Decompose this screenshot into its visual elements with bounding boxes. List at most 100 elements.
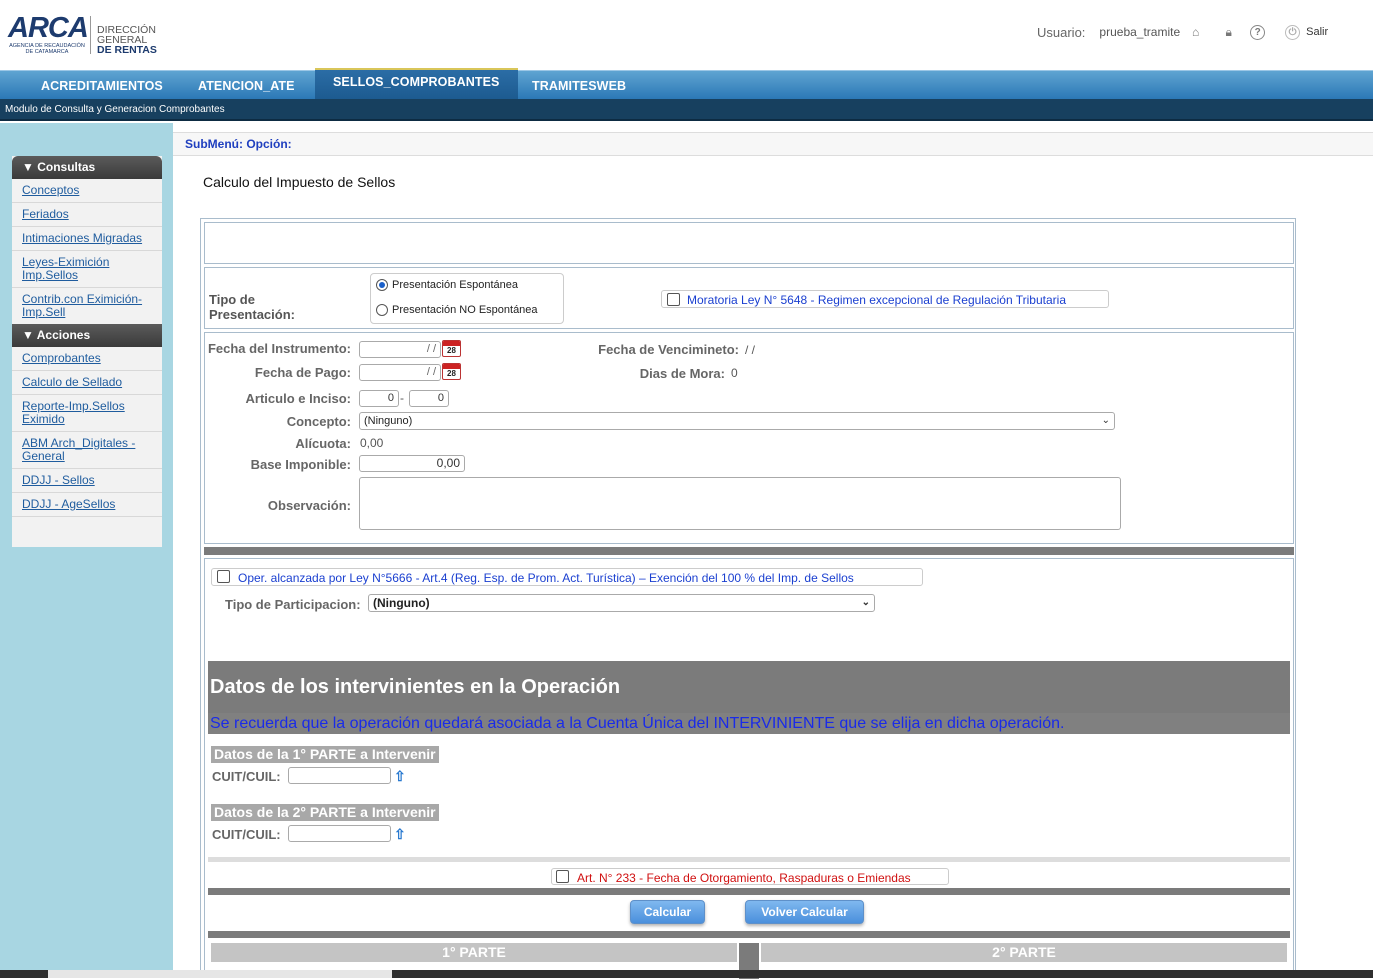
moratoria-wrapper: Moratoria Ley N° 5648 - Regimen excepcio…: [661, 290, 1109, 308]
message-box: [204, 222, 1294, 264]
sidebar-link[interactable]: Intimaciones Migradas: [22, 231, 142, 245]
calculo-section: Fecha del Instrumento: / / 28 Fecha de V…: [204, 332, 1294, 544]
calendar-icon[interactable]: 28: [442, 340, 461, 357]
logo-text: ARCA: [8, 12, 89, 44]
sidebar-link[interactable]: DDJJ - Sellos: [22, 473, 95, 487]
sidebar-item-ddjj-agesellos[interactable]: DDJJ - AgeSellos: [12, 493, 162, 517]
radio-espontanea[interactable]: [376, 279, 388, 291]
presentacion-label: Tipo de Presentación:: [209, 292, 295, 322]
cuit1-label: CUIT/CUIL:: [212, 769, 281, 784]
sidebar-link[interactable]: Comprobantes: [22, 351, 101, 365]
sidebar-link[interactable]: Reporte-Imp.Sellos Eximido: [22, 399, 125, 426]
main-content: SubMenú: Opción: Calculo del Impuesto de…: [173, 123, 1373, 979]
sidebar-item-leyes-eximicion[interactable]: Leyes-Eximición Imp.Sellos: [12, 251, 162, 288]
lock-icon[interactable]: 🔒︎: [1221, 25, 1236, 40]
page-title: Calculo del Impuesto de Sellos: [203, 174, 396, 190]
concepto-select[interactable]: (Ninguno) ⌄: [359, 412, 1115, 430]
horizontal-scrollbar[interactable]: [0, 970, 1373, 978]
sidebar-link[interactable]: Conceptos: [22, 183, 79, 197]
sidebar-link[interactable]: ABM Arch_Digitales - General: [22, 436, 135, 463]
usuario-label: Usuario:: [1037, 24, 1086, 40]
dias-mora-label: Dias de Mora:: [639, 366, 725, 381]
fecha-pago-label: Fecha de Pago:: [254, 365, 351, 380]
acciones-header[interactable]: ▼ Acciones: [12, 324, 162, 347]
moratoria-label: Moratoria Ley N° 5648 - Regimen excepcio…: [687, 293, 1067, 307]
art233-label: Art. N° 233 - Fecha de Otorgamiento, Ras…: [577, 871, 911, 885]
fecha-vencimiento-label: Fecha de Vencimineto:: [598, 342, 739, 357]
tab-tramitesweb[interactable]: TRAMITESWEB: [532, 71, 626, 100]
sidebar-item-contrib-eximicion[interactable]: Contrib.con Eximición-Imp.Sell: [12, 288, 162, 324]
parte1-header: 1° PARTE: [211, 943, 737, 962]
art233-checkbox[interactable]: [556, 870, 569, 883]
intervinientes-title: Datos de los intervinientes en la Operac…: [208, 661, 1290, 713]
top-nav: ACREDITAMIENTOS ATENCION_ATE SELLOS_COMP…: [0, 68, 1373, 100]
fecha-instrumento-label: Fecha del Instrumento:: [207, 341, 351, 356]
intervinientes-section: Oper. alcanzada por Ley N°5666 - Art.4 (…: [204, 558, 1294, 979]
dg-line1: DIRECCIÓN GENERAL: [97, 24, 156, 46]
calendar-icon[interactable]: 28: [442, 363, 461, 380]
form-container: Tipo de Presentación: Presentación Espon…: [200, 218, 1296, 979]
sidebar-link[interactable]: Leyes-Eximición Imp.Sellos: [22, 255, 109, 282]
fecha-instrumento-input[interactable]: / /: [359, 341, 441, 358]
divider-dark: [208, 888, 1290, 895]
alicuota-value: 0,00: [360, 436, 384, 450]
articulo-separator: -: [400, 391, 404, 405]
volver-calcular-button[interactable]: Volver Calcular: [745, 900, 864, 924]
observacion-label: Observación:: [267, 498, 351, 513]
moratoria-checkbox[interactable]: [667, 293, 680, 306]
base-imponible-label: Base Imponible:: [250, 457, 351, 472]
sidebar-item-intimaciones[interactable]: Intimaciones Migradas: [12, 227, 162, 251]
logo-subtitle: AGENCIA DE RECAUDACIÓN DE CATAMARCA: [9, 43, 85, 55]
participacion-label: Tipo de Participacion:: [225, 597, 361, 612]
participacion-select[interactable]: (Ninguno) ⌄: [368, 594, 875, 612]
sidebar-item-calculo-sellado[interactable]: Calculo de Sellado: [12, 371, 162, 395]
parte1-title: Datos de la 1° PARTE a Intervenir: [211, 746, 439, 763]
articulo-label: Articulo e Inciso:: [245, 391, 351, 406]
tab-sellos-comprobantes[interactable]: SELLOS_COMPROBANTES: [315, 68, 518, 100]
tab-atencion-ate[interactable]: ATENCION_ATE: [198, 71, 295, 100]
concepto-value: (Ninguno): [364, 415, 413, 427]
sidebar-item-feriados[interactable]: Feriados: [12, 203, 162, 227]
arrow-up-icon[interactable]: ⇧: [394, 827, 406, 841]
base-imponible-input[interactable]: 0,00: [359, 455, 465, 472]
arca-logo[interactable]: ARCA AGENCIA DE RECAUDACIÓN DE CATAMARCA…: [8, 12, 208, 60]
cuit2-label: CUIT/CUIL:: [212, 827, 281, 842]
fecha-vencimiento-value: / /: [745, 343, 756, 357]
sidebar-item-ddjj-sellos[interactable]: DDJJ - Sellos: [12, 469, 162, 493]
articulo-input[interactable]: 0: [359, 390, 399, 407]
power-icon[interactable]: ⏻: [1285, 24, 1301, 40]
ley5666-checkbox[interactable]: [217, 570, 230, 583]
dg-line2: DE RENTAS: [97, 44, 157, 56]
inciso-input[interactable]: 0: [409, 390, 449, 407]
calcular-button[interactable]: Calcular: [630, 900, 705, 924]
chevron-down-icon: ⌄: [861, 597, 870, 608]
sidebar-link[interactable]: Calculo de Sellado: [22, 375, 122, 389]
logo-divider: [90, 16, 91, 54]
sidebar-link[interactable]: DDJJ - AgeSellos: [22, 497, 115, 511]
logo-dgr: DIRECCIÓN GENERAL DE RENTAS: [97, 24, 208, 56]
tab-acreditamientos[interactable]: ACREDITAMIENTOS: [41, 71, 163, 100]
sidebar-link[interactable]: Contrib.con Eximición-Imp.Sell: [22, 292, 142, 319]
arrow-up-icon[interactable]: ⇧: [394, 769, 406, 783]
observacion-textarea[interactable]: [359, 477, 1121, 530]
home-icon[interactable]: ⌂: [1188, 25, 1203, 40]
presentacion-section: Tipo de Presentación: Presentación Espon…: [204, 267, 1294, 329]
presentacion-radio-group: Presentación Espontánea Presentación NO …: [370, 273, 564, 324]
help-icon[interactable]: ?: [1250, 24, 1266, 40]
sidebar-link[interactable]: Feriados: [22, 207, 69, 221]
ley5666-wrapper: Oper. alcanzada por Ley N°5666 - Art.4 (…: [211, 568, 923, 586]
cuit2-input[interactable]: [288, 825, 391, 842]
module-bar: Modulo de Consulta y Generacion Comproba…: [0, 99, 1373, 121]
cuit1-input[interactable]: [288, 767, 391, 784]
sidebar-item-conceptos[interactable]: Conceptos: [12, 179, 162, 203]
intervinientes-notice: Se recuerda que la operación quedará aso…: [208, 713, 1290, 734]
radio-no-espontanea[interactable]: [376, 304, 388, 316]
page-header: ARCA AGENCIA DE RECAUDACIÓN DE CATAMARCA…: [0, 0, 1373, 70]
scrollbar-thumb[interactable]: [48, 970, 392, 978]
salir-link[interactable]: Salir: [1306, 26, 1328, 38]
sidebar-item-abm-arch[interactable]: ABM Arch_Digitales - General: [12, 432, 162, 469]
fecha-pago-input[interactable]: / /: [359, 364, 441, 381]
consultas-header[interactable]: ▼ Consultas: [12, 156, 162, 179]
sidebar-item-reporte-eximido[interactable]: Reporte-Imp.Sellos Eximido: [12, 395, 162, 432]
sidebar-item-comprobantes[interactable]: Comprobantes: [12, 347, 162, 371]
